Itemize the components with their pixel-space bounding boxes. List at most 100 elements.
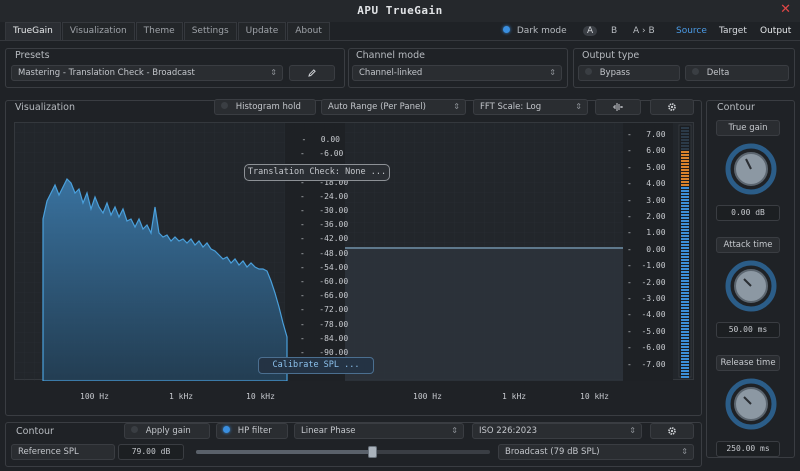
ab-a-button[interactable]: A [583,24,598,38]
tab-about[interactable]: About [287,22,330,40]
reference-spl-value[interactable]: 79.00 dB [118,444,184,460]
preset-value: Mastering - Translation Check - Broadcas… [18,68,195,78]
meter-cell [681,139,689,141]
waveform-button[interactable] [595,99,641,115]
meter-cell [681,262,689,264]
release-time-knob[interactable] [724,377,778,431]
gear-icon [668,427,676,435]
right-scale-label: - 4.00 [627,179,666,189]
dark-mode-indicator [503,26,510,33]
db-scale-label: - -84.00 [300,333,349,343]
db-scale-label: - -30.00 [300,206,349,215]
reference-spl-slider[interactable] [196,446,490,458]
tab-truegain[interactable]: TrueGain [5,22,61,40]
attack-time-value[interactable]: 50.00 ms [716,322,780,338]
attack-time-label: Attack time [716,237,780,253]
calibrate-spl-button[interactable]: Calibrate SPL ... [258,357,374,374]
meter-cell [681,319,689,321]
meter-cell [681,343,689,345]
channel-mode-label: Channel mode [356,50,425,61]
channel-mode-select[interactable]: Channel-linked ⇕ [352,65,562,81]
release-time-label: Release time [716,355,780,371]
bypass-label: Bypass [599,68,631,78]
delta-toggle[interactable]: Delta [685,65,789,81]
db-scale-label: - -6.00 [300,149,344,159]
meter-cell [681,217,689,219]
db-scale-label: - -72.00 [300,305,349,315]
right-scale-label: - -1.00 [627,261,666,271]
meter-cell [681,280,689,282]
target-button[interactable]: Target [719,24,747,38]
meter-cell [681,226,689,228]
meter-cell [681,196,689,198]
meter-cell [681,265,689,267]
edit-preset-button[interactable] [289,65,335,81]
visualization-area: - 0.00- -6.00- -12.00- -18.00- -24.00- -… [14,122,694,381]
waveform-icon [613,103,623,111]
tab-divider [0,40,800,41]
db-scale-label: - -42.00 [300,234,349,244]
slider-thumb[interactable] [368,446,378,458]
meter-cell [681,223,689,225]
spl-preset-select[interactable]: Broadcast (79 dB SPL) ⇕ [498,444,694,460]
meter-cell [681,349,689,351]
right-scale-label: - 0.00 [627,244,666,254]
apply-gain-indicator [131,426,138,433]
tab-update[interactable]: Update [237,22,287,40]
hp-filter-toggle[interactable]: HP filter [216,423,288,439]
meter-cell [681,256,689,258]
meter-cell [681,310,689,312]
freq-label-100hz-right: 100 Hz [413,392,442,401]
release-time-value[interactable]: 250.00 ms [716,441,780,457]
meter-cell [681,370,689,372]
hp-filter-indicator [223,426,230,433]
fft-scale-select[interactable]: FFT Scale: Log ⇕ [473,99,588,115]
channel-mode-value: Channel-linked [359,68,423,78]
bypass-indicator [585,68,592,75]
ab-b-button[interactable]: B [611,24,617,38]
standard-select[interactable]: ISO 226:2023 ⇕ [472,423,642,439]
true-gain-value[interactable]: 0.00 dB [716,205,780,221]
phase-select[interactable]: Linear Phase ⇕ [294,423,464,439]
visualization-settings-button[interactable] [650,99,694,115]
meter-cell [681,205,689,207]
bypass-toggle[interactable]: Bypass [578,65,680,81]
meter-cell [681,289,689,291]
meter-cell [681,202,689,204]
chevron-updown-icon: ⇕ [681,447,688,456]
tab-visualization[interactable]: Visualization [61,22,135,40]
right-scale-label: - -2.00 [627,277,666,287]
freq-label-100hz-left: 100 Hz [80,392,109,401]
tab-settings[interactable]: Settings [183,22,237,40]
chevron-updown-icon: ⇕ [451,426,458,435]
meter-cell [681,229,689,231]
ab-a-label: A [583,26,598,36]
meter-cell [681,175,689,177]
close-icon[interactable]: ✕ [780,2,791,17]
meter-cell [681,253,689,255]
meter-cell [681,238,689,240]
meter-cell [681,211,689,213]
translation-check-button[interactable]: Translation Check: None ... [244,164,390,181]
chevron-updown-icon: ⇕ [629,426,636,435]
fft-scale-value: FFT Scale: Log [480,102,542,112]
db-scale-label: - -66.00 [300,291,349,301]
apply-gain-toggle[interactable]: Apply gain [124,423,210,439]
attack-time-knob[interactable] [724,259,778,313]
db-scale-label: - -54.00 [300,262,349,272]
meter-cell [681,247,689,249]
meter-cell [681,292,689,294]
meter-cell [681,358,689,360]
source-button[interactable]: Source [676,24,707,38]
dark-mode-toggle[interactable]: Dark mode [503,24,567,38]
preset-select[interactable]: Mastering - Translation Check - Broadcas… [11,65,283,81]
contour-side-label: Contour [717,102,755,113]
range-select[interactable]: Auto Range (Per Panel) ⇕ [321,99,466,115]
contour-bottom-label: Contour [16,426,54,437]
histogram-hold-toggle[interactable]: Histogram hold [214,99,316,115]
true-gain-knob[interactable] [724,142,778,196]
contour-settings-button[interactable] [650,423,694,439]
tab-theme[interactable]: Theme [135,22,183,40]
ab-copy-button[interactable]: A › B [633,24,655,38]
output-button[interactable]: Output [760,24,791,38]
